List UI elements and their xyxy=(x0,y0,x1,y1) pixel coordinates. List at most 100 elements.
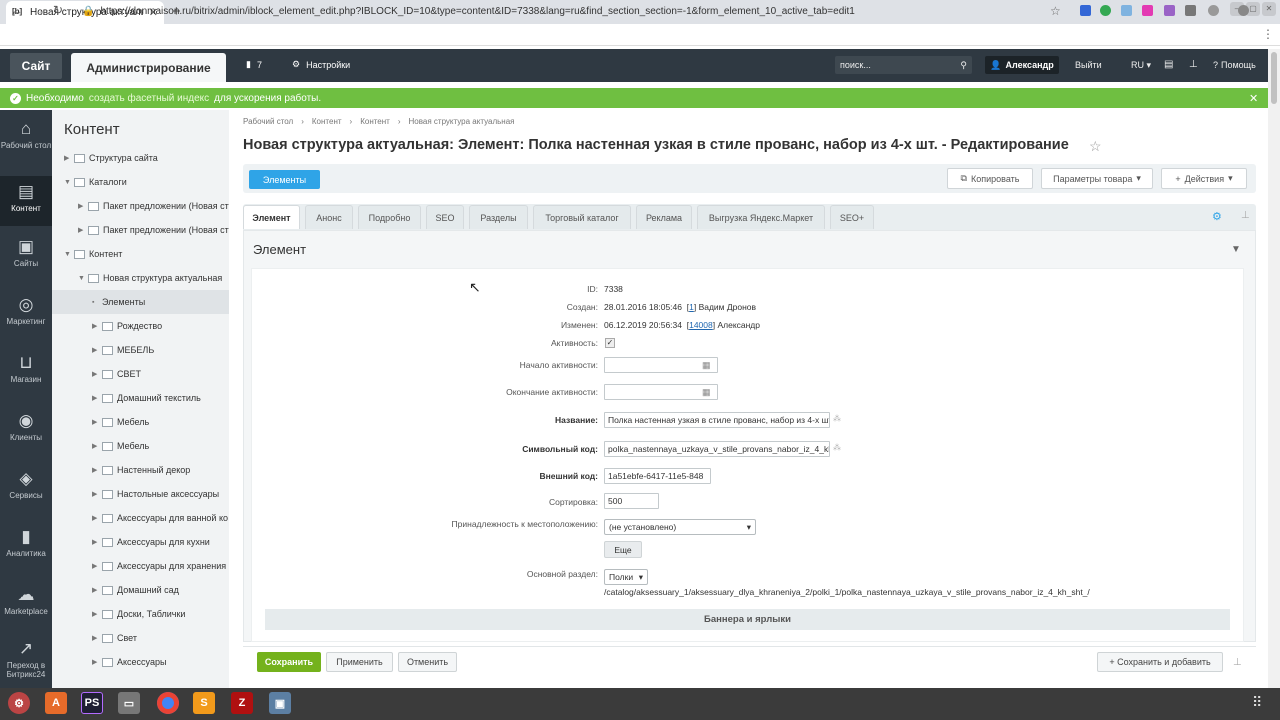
language-select[interactable]: RU ▾ xyxy=(1131,60,1151,71)
tree-item[interactable]: ▶ СВЕТ xyxy=(52,362,229,386)
tree-item[interactable]: ▶ Пакет предложении (Новая ст xyxy=(52,194,229,218)
location-select[interactable]: (не установлено) ▾ xyxy=(604,519,756,535)
breadcrumb-link[interactable]: Контент xyxy=(312,117,342,126)
tree-item[interactable]: ▶ Аксессуары xyxy=(52,650,229,674)
expand-arrow-icon[interactable]: ▶ xyxy=(92,418,102,426)
expand-arrow-icon[interactable]: ▶ xyxy=(92,562,102,570)
tree-item[interactable]: ▶ Настенный декор xyxy=(52,458,229,482)
tab-seo[interactable]: SEO xyxy=(426,205,464,229)
breadcrumb-link[interactable]: Рабочий стол xyxy=(243,117,293,126)
settings-button[interactable]: ⚙ Настройки xyxy=(292,59,350,70)
tree-item[interactable]: ▶ Аксессуары для кухни xyxy=(52,530,229,554)
tree-item[interactable]: ▶ Пакет предложении (Новая ст xyxy=(52,218,229,242)
pin-icon[interactable]: ⊥ xyxy=(1233,657,1242,668)
extension-globe-icon[interactable] xyxy=(1208,5,1219,16)
tab-advertising[interactable]: Реклама xyxy=(636,205,692,229)
expand-arrow-icon[interactable]: ▶ xyxy=(92,514,102,522)
url-field[interactable]: 🔒 https://donmaison.ru/bitrix/admin/iblo… xyxy=(78,2,1068,20)
nav-sites[interactable]: ▣ Сайты xyxy=(0,238,52,282)
extension-square-icon[interactable] xyxy=(1142,5,1153,16)
created-user-link[interactable]: 1 xyxy=(689,302,694,312)
active-to-field[interactable] xyxy=(604,384,718,400)
file-manager-icon[interactable]: ▭ xyxy=(118,692,140,714)
active-from-field[interactable] xyxy=(604,357,718,373)
site-button[interactable]: Сайт xyxy=(10,53,62,79)
extension-bag-icon[interactable] xyxy=(1164,5,1175,16)
extension-circle-icon[interactable] xyxy=(1100,5,1111,16)
notice-close-icon[interactable]: ✕ xyxy=(1249,92,1258,105)
close-window-icon[interactable]: ✕ xyxy=(1262,2,1276,16)
search-input[interactable]: поиск... ⚲ xyxy=(835,56,972,74)
collapse-section-icon[interactable]: ▼ xyxy=(1231,244,1241,255)
tree-item[interactable]: ▼ Каталоги xyxy=(52,170,229,194)
tab-yandex-market[interactable]: Выгрузка Яндекс.Маркет xyxy=(697,205,825,229)
tree-item[interactable]: ▶ Аксессуары для ванной ко xyxy=(52,506,229,530)
code-field[interactable]: polka_nastennaya_uzkaya_v_stile_provans_… xyxy=(604,441,830,457)
tab-sections[interactable]: Разделы xyxy=(469,205,528,229)
extension-box-icon[interactable] xyxy=(1185,5,1196,16)
expand-arrow-icon[interactable]: ▶ xyxy=(92,610,102,618)
app-grid-icon[interactable]: ⠿ xyxy=(1252,694,1262,711)
elements-back-button[interactable]: Элементы xyxy=(249,170,320,189)
xml-id-field[interactable]: 1a51ebfe-6417-11e5-848 xyxy=(604,468,711,484)
main-section-select[interactable]: Полки ▾ xyxy=(604,569,648,585)
tree-item[interactable]: ▶ Мебель xyxy=(52,434,229,458)
expand-arrow-icon[interactable]: ▶ xyxy=(78,202,88,210)
user-menu-button[interactable]: 👤 Александр xyxy=(985,56,1059,74)
admin-tab[interactable]: Администрирование xyxy=(71,53,226,82)
tab-seo-plus[interactable]: SEO+ xyxy=(830,205,874,229)
reload-icon[interactable]: ↻ xyxy=(53,3,63,17)
nav-bitrix24[interactable]: ↗ Переход в Битрикс24 xyxy=(0,640,52,686)
sublime-text-icon[interactable]: S xyxy=(193,692,215,714)
tree-item-selected[interactable]: ▪ Элементы xyxy=(52,290,229,314)
nav-clients[interactable]: ◉ Клиенты xyxy=(0,412,52,456)
favorite-star-icon[interactable]: ☆ xyxy=(1089,138,1102,155)
collapse-arrow-icon[interactable]: ▼ xyxy=(64,251,74,258)
sort-field[interactable]: 500 xyxy=(604,493,659,509)
nav-desktop[interactable]: ⌂ Рабочий стол xyxy=(0,120,52,170)
translit-icon[interactable]: ⁂ xyxy=(833,414,841,423)
breadcrumb-link[interactable]: Новая структура актуальная xyxy=(409,117,515,126)
tree-item[interactable]: ▼ Новая структура актуальная xyxy=(52,266,229,290)
collapse-arrow-icon[interactable]: ▼ xyxy=(78,275,88,282)
nav-analytics[interactable]: ▮ Аналитика xyxy=(0,528,52,572)
notice-link[interactable]: создать фасетный индекс xyxy=(89,93,209,104)
nav-shop[interactable]: ⊔ Магазин xyxy=(0,354,52,398)
tree-item[interactable]: ▶ Структура сайта xyxy=(52,146,229,170)
app-store-icon[interactable]: A xyxy=(45,692,67,714)
translit-icon[interactable]: ⁂ xyxy=(833,443,841,452)
tab-detail[interactable]: Подробно xyxy=(358,205,421,229)
nav-marketplace[interactable]: ☁ Marketplace xyxy=(0,586,52,630)
expand-arrow-icon[interactable]: ▶ xyxy=(92,466,102,474)
bookmark-star-icon[interactable]: ☆ xyxy=(1050,4,1061,18)
tree-item[interactable]: ▶ Мебель xyxy=(52,410,229,434)
extension-doc-icon[interactable] xyxy=(1121,5,1132,16)
cancel-button[interactable]: Отменить xyxy=(398,652,457,672)
phpstorm-icon[interactable]: PS xyxy=(81,692,103,714)
tree-item[interactable]: ▶ МЕБЕЛЬ xyxy=(52,338,229,362)
tree-item[interactable]: ▶ Аксессуары для хранения xyxy=(52,554,229,578)
help-button[interactable]: ? Помощь xyxy=(1213,60,1256,70)
breadcrumb-link[interactable]: Контент xyxy=(360,117,390,126)
name-field[interactable]: Полка настенная узкая в стиле прованс, н… xyxy=(604,412,830,428)
copy-button[interactable]: ⧉ Копировать xyxy=(947,168,1033,189)
tree-item[interactable]: ▶ Настольные аксессуары xyxy=(52,482,229,506)
nav-services[interactable]: ◈ Сервисы xyxy=(0,470,52,514)
chrome-icon[interactable] xyxy=(157,692,179,714)
filezilla-icon[interactable]: Z xyxy=(231,692,253,714)
apply-button[interactable]: Применить xyxy=(326,652,393,672)
expand-arrow-icon[interactable]: ▶ xyxy=(92,346,102,354)
system-settings-icon[interactable]: ⚙ xyxy=(8,692,30,714)
screenshot-tool-icon[interactable]: ▣ xyxy=(269,692,291,714)
tab-element[interactable]: Элемент xyxy=(243,205,300,229)
search-icon[interactable]: ⚲ xyxy=(960,60,967,71)
back-arrow-icon[interactable]: ← xyxy=(10,3,23,18)
tree-item[interactable]: ▶ Рождество xyxy=(52,314,229,338)
actions-button[interactable]: + Действия ▾ xyxy=(1161,168,1247,189)
pin-icon[interactable]: ⊥ xyxy=(1241,210,1250,221)
expand-arrow-icon[interactable]: ▶ xyxy=(64,154,74,162)
tree-item[interactable]: ▶ Доски, Таблички xyxy=(52,602,229,626)
product-params-button[interactable]: Параметры товара ▾ xyxy=(1041,168,1153,189)
logout-link[interactable]: Выйти xyxy=(1075,60,1102,70)
expand-arrow-icon[interactable]: ▶ xyxy=(78,226,88,234)
